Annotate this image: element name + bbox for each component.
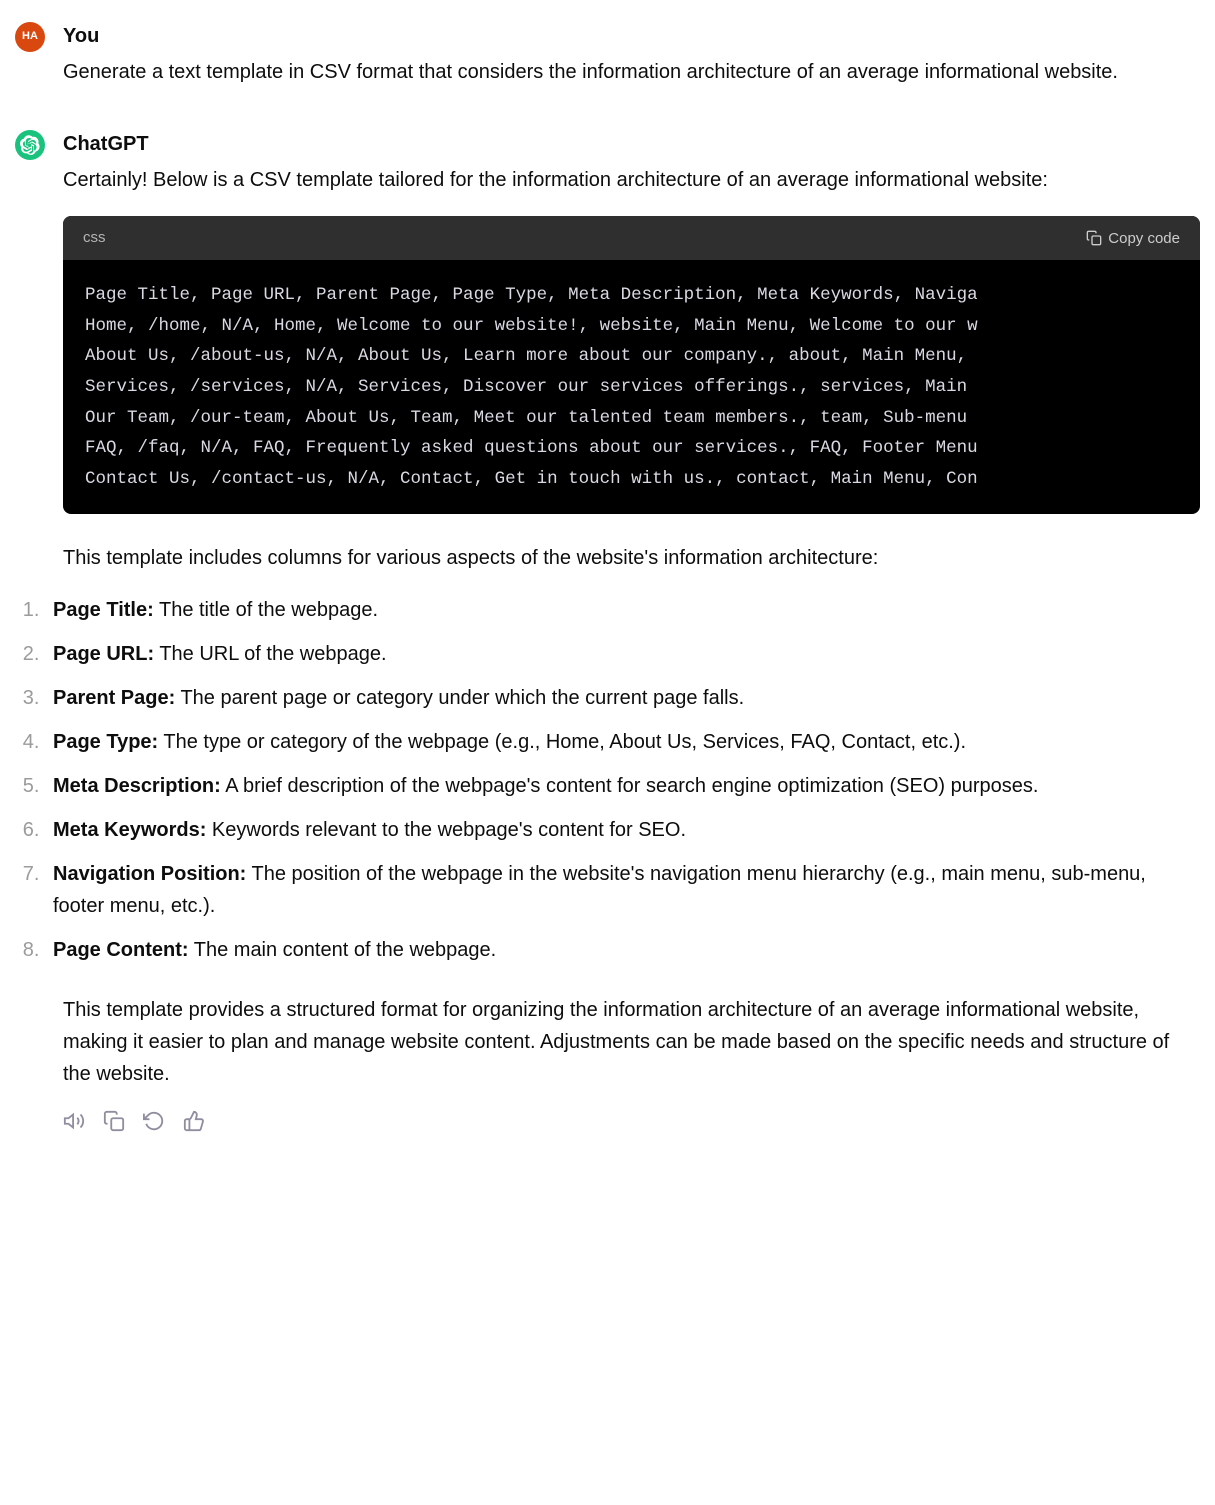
list-item-term: Page Type: xyxy=(53,731,158,753)
list-item-term: Page URL: xyxy=(53,643,154,665)
closing-text: This template provides a structured form… xyxy=(63,994,1200,1090)
chatgpt-logo-icon xyxy=(20,135,40,155)
thumbs-down-icon[interactable] xyxy=(183,1110,205,1132)
assistant-message-content: ChatGPT Certainly! Below is a CSV templa… xyxy=(63,128,1200,1132)
assistant-sender-name: ChatGPT xyxy=(63,128,1200,160)
clipboard-icon xyxy=(1086,230,1102,246)
list-item-term: Page Content: xyxy=(53,939,189,961)
code-block: css Copy code Page Title, Page URL, Pare… xyxy=(63,216,1200,514)
user-sender-name: You xyxy=(63,20,1200,52)
list-item-term: Parent Page: xyxy=(53,687,175,709)
user-message-content: You Generate a text template in CSV form… xyxy=(63,20,1200,88)
list-item-term: Meta Description: xyxy=(53,775,221,797)
list-item-desc: The parent page or category under which … xyxy=(175,687,744,709)
read-aloud-icon[interactable] xyxy=(63,1110,85,1132)
list-item-desc: The type or category of the webpage (e.g… xyxy=(158,731,966,753)
list-item: Page URL: The URL of the webpage. xyxy=(45,638,1200,670)
list-item: Page Title: The title of the webpage. xyxy=(45,594,1200,626)
after-code-text: This template includes columns for vario… xyxy=(63,542,1200,574)
code-language-label: css xyxy=(83,226,106,250)
list-item: Parent Page: The parent page or category… xyxy=(45,682,1200,714)
assistant-message: ChatGPT Certainly! Below is a CSV templa… xyxy=(15,128,1200,1132)
copy-message-icon[interactable] xyxy=(103,1110,125,1132)
list-item-desc: A brief description of the webpage's con… xyxy=(221,775,1039,797)
columns-list: Page Title: The title of the webpage.Pag… xyxy=(35,594,1200,966)
list-item: Page Content: The main content of the we… xyxy=(45,934,1200,966)
copy-code-label: Copy code xyxy=(1108,230,1180,247)
list-item: Meta Description: A brief description of… xyxy=(45,770,1200,802)
list-item-desc: The main content of the webpage. xyxy=(189,939,497,961)
action-bar xyxy=(63,1110,1200,1132)
list-item-desc: The URL of the webpage. xyxy=(154,643,386,665)
assistant-avatar xyxy=(15,130,45,160)
assistant-intro: Certainly! Below is a CSV template tailo… xyxy=(63,164,1200,196)
avatar-initials: HA xyxy=(22,28,38,46)
list-item-desc: Keywords relevant to the webpage's conte… xyxy=(206,819,686,841)
list-item-term: Navigation Position: xyxy=(53,863,246,885)
list-item: Navigation Position: The position of the… xyxy=(45,858,1200,922)
assistant-message-text: Certainly! Below is a CSV template tailo… xyxy=(63,164,1200,1132)
list-item-term: Meta Keywords: xyxy=(53,819,206,841)
user-message-text: Generate a text template in CSV format t… xyxy=(63,56,1200,88)
regenerate-icon[interactable] xyxy=(143,1110,165,1132)
list-item: Meta Keywords: Keywords relevant to the … xyxy=(45,814,1200,846)
user-avatar: HA xyxy=(15,22,45,52)
code-content[interactable]: Page Title, Page URL, Parent Page, Page … xyxy=(63,260,1200,514)
copy-code-button[interactable]: Copy code xyxy=(1086,230,1180,247)
user-message: HA You Generate a text template in CSV f… xyxy=(15,20,1200,88)
code-header: css Copy code xyxy=(63,216,1200,260)
list-item-desc: The title of the webpage. xyxy=(154,599,378,621)
list-item: Page Type: The type or category of the w… xyxy=(45,726,1200,758)
list-item-term: Page Title: xyxy=(53,599,154,621)
